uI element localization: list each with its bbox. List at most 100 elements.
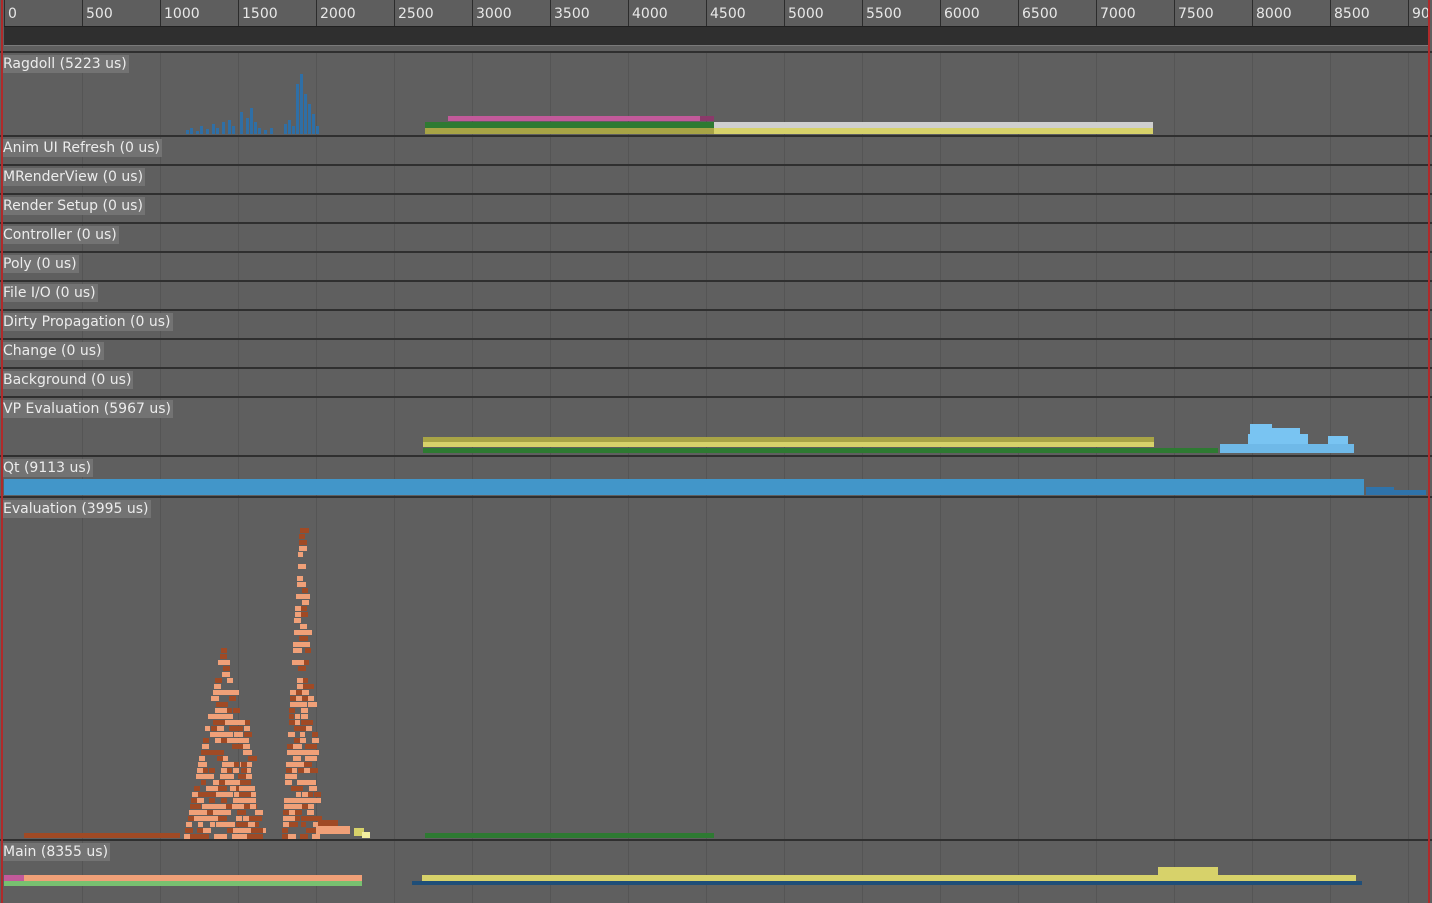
evaluation-event-block[interactable] — [255, 810, 263, 815]
evaluation-event-block[interactable] — [301, 708, 308, 713]
evaluation-event-block[interactable] — [302, 690, 309, 695]
ragdoll-sample[interactable] — [216, 128, 219, 134]
evaluation-event-block[interactable] — [316, 826, 350, 834]
evaluation-event-block[interactable] — [318, 820, 338, 826]
ragdoll-sample[interactable] — [232, 126, 235, 134]
evaluation-event-block[interactable] — [234, 732, 243, 737]
vp-event-blue[interactable] — [1250, 424, 1272, 434]
evaluation-event-block[interactable] — [301, 606, 307, 611]
evaluation-event-block[interactable] — [311, 744, 317, 749]
evaluation-event-block[interactable] — [220, 654, 227, 659]
evaluation-event-block[interactable] — [311, 750, 319, 755]
track-evaluation[interactable]: Evaluation (3995 us) — [0, 496, 1432, 839]
ragdoll-sample[interactable] — [288, 120, 291, 134]
evaluation-event-block[interactable] — [289, 822, 298, 827]
evaluation-event-block[interactable] — [211, 696, 219, 701]
track-dirty-propagation[interactable]: Dirty Propagation (0 us) — [0, 309, 1432, 338]
evaluation-event-block[interactable] — [225, 810, 231, 815]
ragdoll-sample[interactable] — [258, 128, 261, 134]
evaluation-event-block[interactable] — [299, 540, 307, 545]
evaluation-event-block[interactable] — [244, 732, 252, 737]
ragdoll-sample[interactable] — [284, 124, 287, 134]
qt-event-small[interactable] — [1366, 487, 1394, 495]
ragdoll-sample[interactable] — [312, 114, 315, 134]
evaluation-event-block[interactable] — [185, 828, 193, 833]
vp-event-blue[interactable] — [1248, 434, 1308, 444]
evaluation-event-block[interactable] — [227, 768, 232, 773]
vp-event-blue[interactable] — [1220, 444, 1354, 453]
vp-event-yellow[interactable] — [423, 442, 1154, 447]
evaluation-event-block[interactable] — [218, 786, 227, 791]
evaluation-event-block[interactable] — [201, 780, 206, 785]
evaluation-event-block[interactable] — [208, 774, 214, 779]
evaluation-event-block[interactable] — [314, 792, 321, 797]
evaluation-event-block[interactable] — [242, 828, 251, 833]
vp-event-blue[interactable] — [1272, 428, 1300, 434]
evaluation-event-block[interactable] — [214, 684, 221, 689]
evaluation-event-block[interactable] — [306, 630, 312, 635]
ragdoll-sample[interactable] — [264, 130, 267, 134]
evaluation-event-block[interactable] — [291, 774, 297, 779]
evaluation-event-block[interactable] — [299, 636, 308, 641]
evaluation-event-block[interactable] — [245, 786, 251, 791]
evaluation-event-block[interactable] — [293, 744, 302, 749]
ragdoll-sample[interactable] — [308, 104, 311, 134]
evaluation-event-block[interactable] — [241, 768, 247, 773]
evaluation-event-block[interactable] — [282, 828, 288, 833]
evaluation-event-block[interactable] — [307, 810, 314, 815]
evaluation-event-block[interactable] — [198, 762, 207, 767]
evaluation-event-block[interactable] — [221, 798, 227, 803]
evaluation-event-block[interactable] — [226, 774, 234, 779]
evaluation-event-block[interactable] — [194, 786, 200, 791]
evaluation-event-block[interactable] — [295, 720, 300, 725]
evaluation-event-block[interactable] — [298, 552, 303, 557]
evaluation-event-block[interactable] — [305, 642, 310, 647]
evaluation-event-block[interactable] — [297, 582, 306, 587]
evaluation-event-block[interactable] — [295, 816, 300, 821]
evaluation-event-block[interactable] — [314, 798, 321, 803]
evaluation-event-block[interactable] — [223, 666, 230, 671]
evaluation-event-block[interactable] — [231, 690, 239, 695]
evaluation-event-block[interactable] — [215, 678, 222, 683]
evaluation-event-block[interactable] — [304, 660, 309, 665]
evaluation-event-block[interactable] — [227, 708, 232, 713]
evaluation-event-block[interactable] — [199, 756, 205, 761]
ragdoll-event-pink[interactable] — [448, 116, 701, 121]
evaluation-event-block[interactable] — [246, 780, 251, 785]
evaluation-event-block[interactable] — [299, 546, 307, 551]
evaluation-event-block[interactable] — [312, 738, 319, 743]
evaluation-event-block[interactable] — [309, 780, 316, 785]
evaluation-event-block[interactable] — [197, 798, 204, 803]
time-ruler[interactable]: 0 500 1000 1500 2000 2500 3000 3500 4000 4500 5000… — [0, 0, 1432, 26]
evaluation-event-block[interactable] — [219, 750, 224, 755]
evaluation-event-block[interactable] — [196, 804, 201, 809]
evaluation-event-block[interactable] — [251, 792, 256, 797]
evaluation-event-block[interactable] — [228, 792, 233, 797]
ragdoll-sample[interactable] — [206, 129, 209, 134]
evaluation-event-block[interactable] — [308, 792, 313, 797]
evaluation-event-block[interactable] — [233, 708, 240, 713]
evaluation-event-block[interactable] — [243, 750, 252, 755]
evaluation-event-block[interactable] — [249, 816, 257, 821]
evaluation-event-block[interactable] — [186, 822, 192, 827]
evaluation-event-block[interactable] — [293, 756, 301, 761]
track-vp-evaluation[interactable]: VP Evaluation (5967 us) — [0, 396, 1432, 455]
evaluation-event-block[interactable] — [300, 738, 306, 743]
evaluation-event-block[interactable] — [224, 660, 230, 665]
evaluation-event-block[interactable] — [247, 762, 252, 767]
evaluation-event-block[interactable] — [203, 828, 211, 833]
evaluation-event-block[interactable] — [296, 792, 301, 797]
evaluation-event-block[interactable] — [306, 726, 312, 731]
evaluation-event-block[interactable] — [304, 762, 312, 767]
qt-event-main[interactable] — [4, 479, 1364, 495]
ragdoll-sample[interactable] — [292, 126, 295, 134]
ragdoll-sample[interactable] — [196, 131, 199, 134]
qt-event-small[interactable] — [1394, 490, 1426, 495]
track-main[interactable]: Main (8355 us) — [0, 839, 1432, 903]
evaluation-event-block[interactable] — [227, 678, 233, 683]
evaluation-event-block[interactable] — [300, 528, 309, 533]
evaluation-event-block[interactable] — [243, 744, 250, 749]
evaluation-event-block[interactable] — [288, 732, 295, 737]
profiler-timeline[interactable]: 0 500 1000 1500 2000 2500 3000 3500 4000 4500 5000… — [0, 0, 1432, 903]
ragdoll-sample[interactable] — [250, 108, 253, 134]
